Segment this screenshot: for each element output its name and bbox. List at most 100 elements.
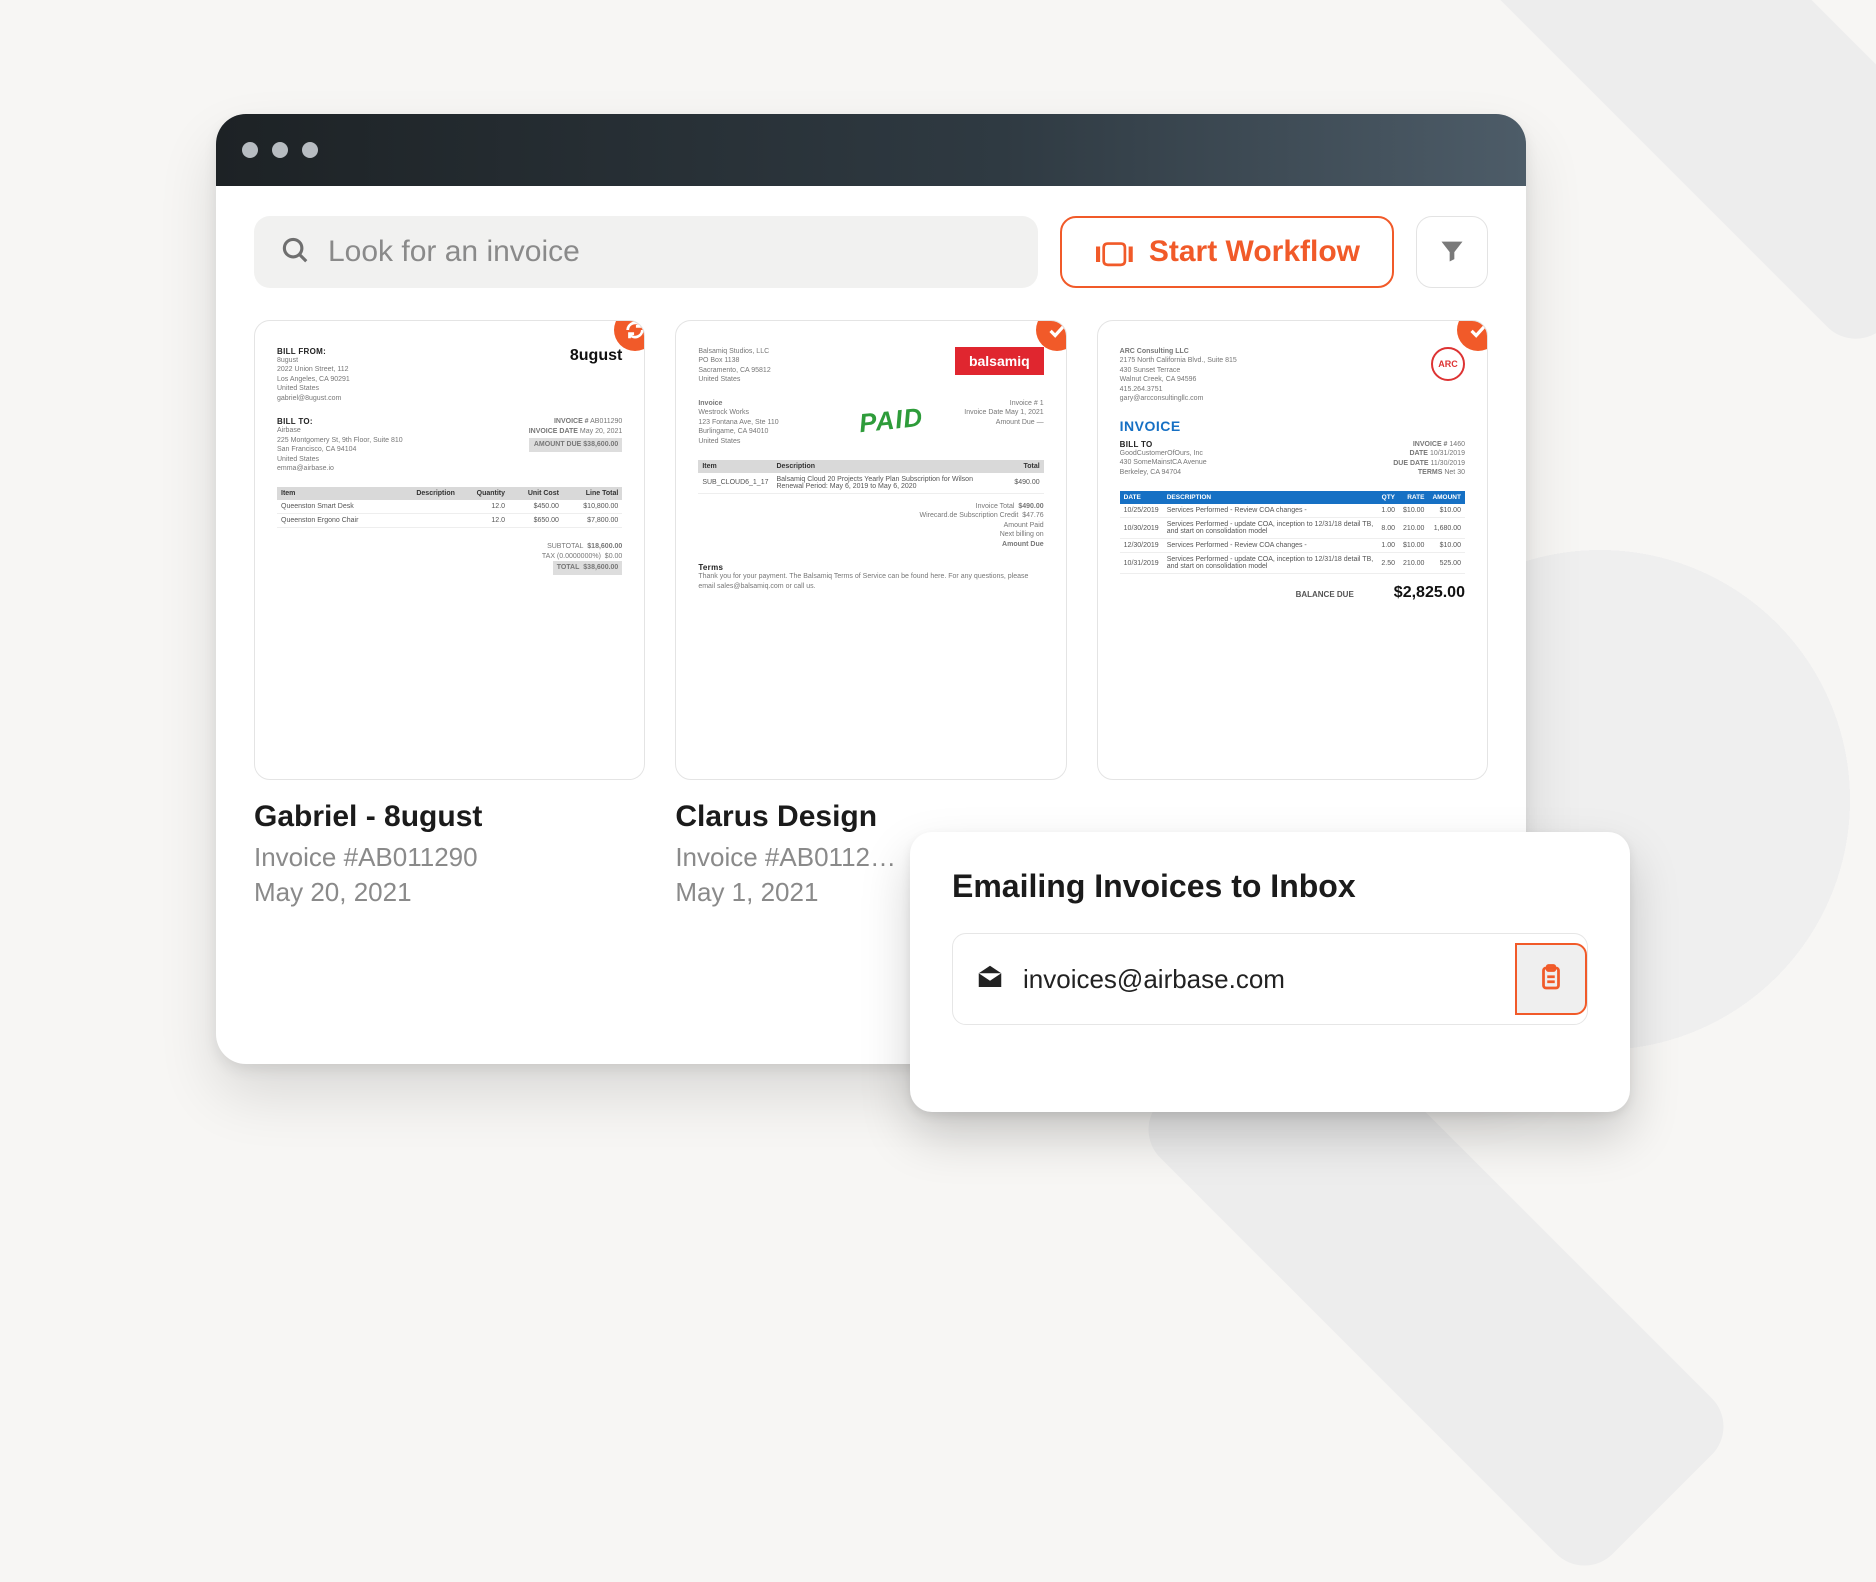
text: United States	[277, 455, 403, 464]
workflow-icon: ı▢ı	[1094, 235, 1133, 270]
text: $18,600.00	[587, 543, 622, 550]
text: 415.264.3751	[1120, 385, 1237, 394]
terms-label: Terms	[698, 563, 1043, 572]
td: 10/31/2019	[1120, 553, 1163, 574]
invoice-thumbnail: Balsamiq Studios, LLC PO Box 1138 Sacram…	[675, 320, 1066, 780]
th: Quantity	[459, 487, 509, 500]
text: Amount Due	[1002, 541, 1044, 548]
td: 12.0	[459, 514, 509, 528]
start-workflow-button[interactable]: ı▢ı Start Workflow	[1060, 216, 1394, 288]
text: AMOUNT DUE	[534, 441, 581, 448]
text: INVOICE DATE	[529, 428, 578, 435]
text: $490.00	[1018, 503, 1043, 510]
text: 430 Sunset Terrace	[1120, 366, 1237, 375]
text: May 1, 2021	[1005, 409, 1044, 416]
td: 1.00	[1377, 504, 1399, 518]
text: Invoice #	[1010, 400, 1038, 407]
td: $10.00	[1399, 504, 1428, 518]
td: SUB_CLOUD6_1_17	[698, 473, 772, 494]
search-input[interactable]	[328, 235, 1012, 269]
td: 10/30/2019	[1120, 518, 1163, 539]
td: $7,800.00	[563, 514, 622, 528]
text: AB011290	[590, 418, 622, 425]
brand-logo-text: balsamiq	[955, 347, 1044, 375]
text: Burlingame, CA 94010	[698, 427, 778, 436]
text: $0.00	[605, 553, 623, 560]
td: $490.00	[1010, 473, 1043, 494]
text: INVOICE #	[1413, 441, 1448, 448]
td: Services Performed - Review COA changes …	[1163, 539, 1378, 553]
text: Los Angeles, CA 90291	[277, 375, 350, 384]
text: gabriel@8ugust.com	[277, 394, 350, 403]
text: $38,600.00	[583, 441, 618, 448]
text: 10/31/2019	[1430, 450, 1465, 457]
text: May 20, 2021	[580, 428, 622, 435]
text: Westrock Works	[698, 408, 778, 417]
brand-logo-text: 8ugust	[570, 347, 622, 365]
text: 225 Montgomery St, 9th Floor, Suite 810	[277, 436, 403, 445]
th: Unit Cost	[509, 487, 563, 500]
invoice-title: Clarus Design	[675, 800, 1066, 834]
balance-label: BALANCE DUE	[1296, 590, 1354, 599]
traffic-light-dot	[272, 142, 288, 158]
traffic-light-dot	[302, 142, 318, 158]
text: Wirecard.de Subscription Credit	[920, 512, 1019, 519]
td: $450.00	[509, 500, 563, 514]
text: TOTAL	[557, 564, 580, 571]
th: AMOUNT	[1428, 491, 1465, 504]
td: 10/25/2019	[1120, 504, 1163, 518]
th: Total	[1010, 460, 1043, 473]
td: $650.00	[509, 514, 563, 528]
toolbar: ı▢ı Start Workflow	[216, 186, 1526, 308]
td: $10,800.00	[563, 500, 622, 514]
email-inbox-card: Emailing Invoices to Inbox invoices@airb…	[910, 832, 1630, 1112]
search-icon	[280, 235, 310, 270]
td: 8.00	[1377, 518, 1399, 539]
text: United States	[277, 384, 350, 393]
email-card-heading: Emailing Invoices to Inbox	[952, 868, 1588, 905]
text: PO Box 1138	[698, 356, 770, 365]
text: Invoice Total	[976, 503, 1015, 510]
text: Airbase	[277, 426, 403, 435]
invoice-date: May 20, 2021	[254, 877, 645, 908]
td: Queenston Ergono Chair	[277, 514, 395, 528]
text: Net 30	[1444, 469, 1465, 476]
clipboard-icon	[1536, 963, 1566, 996]
invoice-card[interactable]: Balsamiq Studios, LLC PO Box 1138 Sacram…	[675, 320, 1066, 908]
invoice-grid: BILL FROM: 8ugust 2022 Union Street, 112…	[216, 308, 1526, 908]
text: TAX (0.0000000%)	[542, 553, 601, 560]
text: Amount Due	[996, 419, 1035, 426]
text: San Francisco, CA 94104	[277, 445, 403, 454]
text: ARC Consulting LLC	[1120, 347, 1237, 356]
text: Next billing on	[1000, 531, 1044, 538]
invoice-title: Gabriel - 8ugust	[254, 800, 645, 834]
text: 11/30/2019	[1430, 460, 1465, 467]
bill-from-label: BILL FROM:	[277, 347, 350, 356]
invoice-meta: Gabriel - 8ugust Invoice #AB011290 May 2…	[254, 800, 645, 908]
copy-email-button[interactable]	[1515, 943, 1587, 1015]
paid-stamp: PAID	[858, 401, 925, 439]
arc-logo: ARC	[1431, 347, 1465, 381]
text: Walnut Creek, CA 94596	[1120, 375, 1237, 384]
text: 123 Fontana Ave, Ste 110	[698, 418, 778, 427]
text: 430 SomeMainstCA Avenue	[1120, 458, 1207, 467]
td: 1.00	[1377, 539, 1399, 553]
search-field[interactable]	[254, 216, 1038, 288]
text: $38,600.00	[583, 564, 618, 571]
filter-button[interactable]	[1416, 216, 1488, 288]
traffic-light-dot	[242, 142, 258, 158]
text: Amount Paid	[1004, 522, 1044, 529]
td: Services Performed - update COA, incepti…	[1163, 553, 1378, 574]
invoice-thumbnail: BILL FROM: 8ugust 2022 Union Street, 112…	[254, 320, 645, 780]
line-items-table: ItemDescriptionTotal SUB_CLOUD6_1_17Bals…	[698, 460, 1043, 494]
invoice-number: Invoice #AB011290	[254, 842, 645, 873]
td: $10.00	[1428, 539, 1465, 553]
invoice-card[interactable]: ARC Consulting LLC 2175 North California…	[1097, 320, 1488, 908]
bill-to-label: BILL TO:	[277, 417, 403, 426]
td: 525.00	[1428, 553, 1465, 574]
text: gary@arcconsultingllc.com	[1120, 394, 1237, 403]
bill-to-label: BILL TO	[1120, 440, 1207, 449]
text: —	[1037, 419, 1044, 426]
td: 210.00	[1399, 518, 1428, 539]
invoice-card[interactable]: BILL FROM: 8ugust 2022 Union Street, 112…	[254, 320, 645, 908]
